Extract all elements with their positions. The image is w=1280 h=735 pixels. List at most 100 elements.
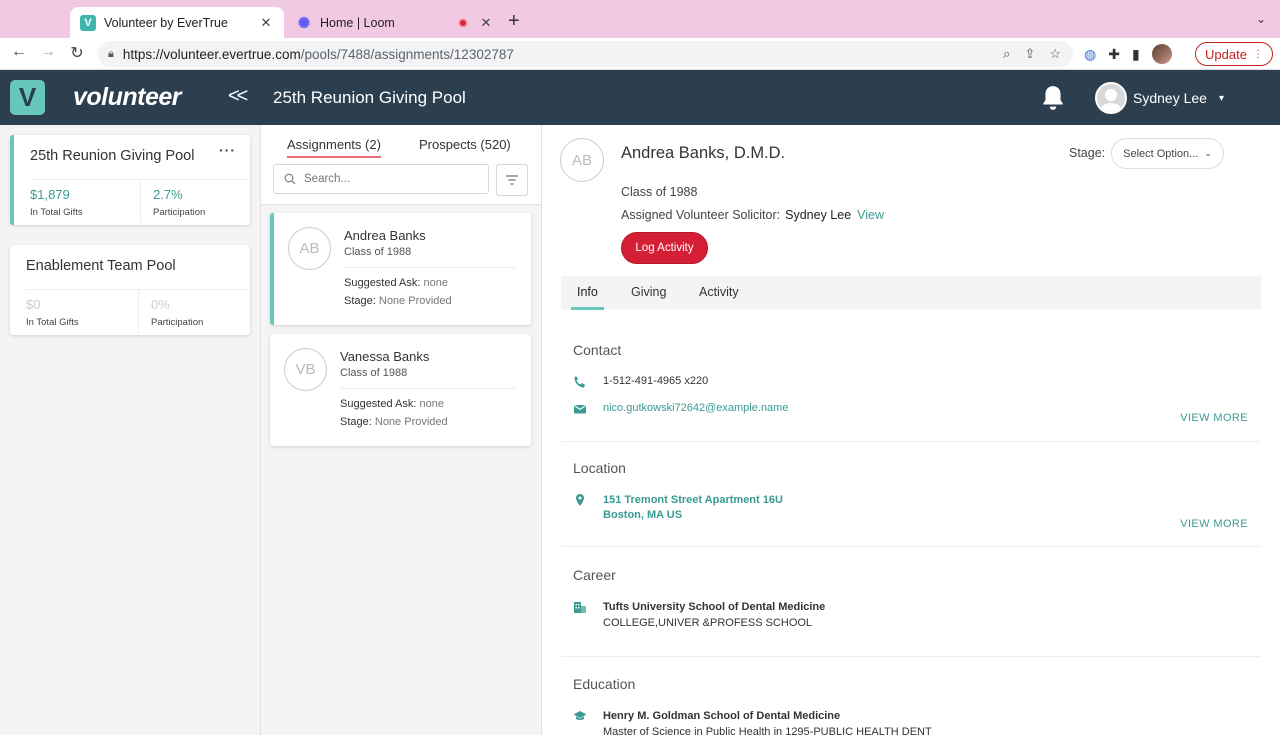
browser-tab-loom[interactable]: ✺ Home | Loom ✕	[290, 7, 500, 38]
participation-label: Participation	[153, 207, 206, 218]
url-text[interactable]: https://volunteer.evertrue.com/pools/748…	[123, 47, 1003, 62]
degree-info: Master of Science in Public Health in 12…	[603, 726, 932, 735]
career-row: Tufts University School of Dental Medici…	[573, 600, 825, 632]
career-heading: Career	[573, 567, 616, 583]
phone-number[interactable]: 1-512-491-4965 x220	[603, 375, 708, 387]
total-gifts-value: $1,879	[30, 187, 70, 202]
contact-view-more-button[interactable]: VIEW MORE	[1180, 412, 1248, 424]
stage-select[interactable]: Select Option... ⌄	[1111, 138, 1224, 169]
tab-title: Home | Loom	[320, 15, 395, 30]
detail-initials-avatar: AB	[560, 138, 604, 182]
back-arrow-icon[interactable]: ←	[8, 43, 30, 61]
extensions-puzzle-icon[interactable]: ✚	[1108, 46, 1120, 63]
email-address[interactable]: nico.gutkowski72642@example.name	[603, 402, 788, 414]
solicitor-name: Sydney Lee	[785, 208, 852, 222]
pools-sidebar: 25th Reunion Giving Pool ··· $1,879 In T…	[0, 125, 261, 735]
education-row: Henry M. Goldman School of Dental Medici…	[573, 709, 932, 735]
volunteer-favicon-icon: V	[80, 14, 96, 31]
total-gifts-label: In Total Gifts	[30, 207, 83, 218]
volunteer-wordmark[interactable]: volunteer	[73, 83, 182, 112]
forward-arrow-icon[interactable]: →	[37, 43, 59, 61]
loom-favicon-icon: ✺	[297, 14, 311, 32]
suggested-ask: Suggested Ask: none	[340, 398, 444, 410]
pool-name: 25th Reunion Giving Pool	[30, 148, 195, 164]
prospect-stage: Stage: None Provided	[344, 295, 452, 307]
prospect-card-andrea-banks[interactable]: AB Andrea Banks Class of 1988 Suggested …	[270, 213, 531, 325]
location-heading: Location	[573, 460, 626, 476]
employer-type: COLLEGE,UNIVER &PROFESS SCHOOL	[603, 617, 813, 629]
suggested-ask: Suggested Ask: none	[344, 277, 448, 289]
tab-title: Volunteer by EverTrue	[104, 15, 228, 30]
tab-info[interactable]: Info	[571, 285, 604, 310]
browser-toolbar: ← → ↻ 🔒︎ https://volunteer.evertrue.com/…	[0, 38, 1280, 70]
total-gifts-label: In Total Gifts	[26, 317, 79, 328]
page-title: 25th Reunion Giving Pool	[273, 88, 466, 107]
app-header: V volunteer << 25th Reunion Giving Pool …	[0, 70, 1280, 125]
prospect-class: Class of 1988	[340, 367, 408, 379]
tab-activity[interactable]: Activity	[699, 285, 739, 299]
lock-icon: 🔒︎	[108, 47, 114, 60]
search-box	[273, 164, 489, 194]
detail-class: Class of 1988	[621, 185, 698, 199]
contact-phone-row: 1-512-491-4965 x220	[573, 375, 708, 389]
close-tab-icon[interactable]: ✕	[258, 15, 274, 31]
close-tab-icon[interactable]: ✕	[478, 15, 494, 31]
more-options-icon[interactable]: ···	[219, 142, 236, 158]
update-button[interactable]: Update ⋮	[1195, 42, 1273, 66]
pool-card-25th-reunion[interactable]: 25th Reunion Giving Pool ··· $1,879 In T…	[10, 135, 250, 225]
education-heading: Education	[573, 676, 636, 692]
notification-bell-icon[interactable]	[1040, 84, 1066, 112]
user-name: Sydney Lee	[1133, 90, 1207, 106]
extension-app-icon[interactable]: ◍	[1084, 46, 1096, 63]
bookmark-star-icon[interactable]: ☆	[1049, 46, 1061, 62]
school-name: Henry M. Goldman School of Dental Medici…	[603, 710, 841, 722]
contact-heading: Contact	[573, 342, 622, 358]
user-avatar	[1095, 82, 1127, 114]
zoom-icon[interactable]: ⌕	[1003, 46, 1010, 62]
tab-search-chevron-icon[interactable]: ⌄	[1256, 12, 1266, 26]
chevron-down-icon: ⌄	[1204, 148, 1212, 158]
filter-icon	[506, 175, 518, 185]
graduation-cap-icon	[573, 711, 587, 720]
phone-icon	[574, 376, 585, 388]
total-gifts-value: $0	[26, 297, 41, 312]
stage-label: Stage:	[1069, 146, 1106, 160]
collapse-sidebar-button[interactable]: <<	[228, 85, 248, 108]
prospect-detail-panel: AB Andrea Banks, D.M.D. Class of 1988 As…	[542, 125, 1280, 735]
map-pin-icon	[576, 494, 584, 506]
participation-label: Participation	[151, 317, 204, 328]
log-activity-button[interactable]: Log Activity	[621, 232, 708, 264]
email-icon	[574, 405, 586, 414]
prospect-card-vanessa-banks[interactable]: VB Vanessa Banks Class of 1988 Suggested…	[270, 334, 531, 446]
building-icon	[574, 602, 586, 613]
browser-tab-volunteer[interactable]: V Volunteer by EverTrue ✕	[70, 7, 284, 38]
new-tab-button[interactable]: +	[508, 10, 520, 33]
share-icon[interactable]: ⇪	[1024, 46, 1035, 62]
employer-name: Tufts University School of Dental Medici…	[603, 601, 826, 613]
volunteer-logo-icon[interactable]: V	[10, 80, 45, 115]
filter-button[interactable]	[496, 164, 528, 196]
search-input[interactable]	[304, 173, 474, 185]
view-solicitor-link[interactable]: View	[857, 208, 884, 222]
address-line-1[interactable]: 151 Tremont Street Apartment 16U	[603, 493, 783, 508]
side-panel-icon[interactable]: ▮	[1132, 46, 1140, 63]
prospect-name: Andrea Banks	[344, 228, 426, 243]
detail-name: Andrea Banks, D.M.D.	[621, 144, 786, 162]
tab-prospects[interactable]: Prospects (520)	[419, 137, 511, 152]
reload-icon[interactable]: ↻	[66, 43, 88, 63]
location-view-more-button[interactable]: VIEW MORE	[1180, 518, 1248, 530]
chevron-down-icon: ▾	[1218, 92, 1224, 104]
address-bar[interactable]: 🔒︎ https://volunteer.evertrue.com/pools/…	[98, 41, 1073, 67]
tab-giving[interactable]: Giving	[631, 285, 666, 299]
profile-avatar[interactable]	[1151, 44, 1172, 64]
pool-name: Enablement Team Pool	[26, 258, 176, 274]
prospect-class: Class of 1988	[344, 246, 412, 258]
location-address-row: 151 Tremont Street Apartment 16U Boston,…	[573, 493, 783, 523]
prospect-initials: VB	[284, 348, 327, 391]
user-menu[interactable]: Sydney Lee ▾	[1095, 82, 1224, 114]
prospect-stage: Stage: None Provided	[340, 416, 448, 428]
pool-card-enablement-team[interactable]: Enablement Team Pool $0 In Total Gifts 0…	[10, 245, 250, 335]
address-line-2[interactable]: Boston, MA US	[603, 508, 783, 523]
tab-assignments[interactable]: Assignments (2)	[287, 137, 381, 158]
prospect-initials: AB	[288, 227, 331, 270]
